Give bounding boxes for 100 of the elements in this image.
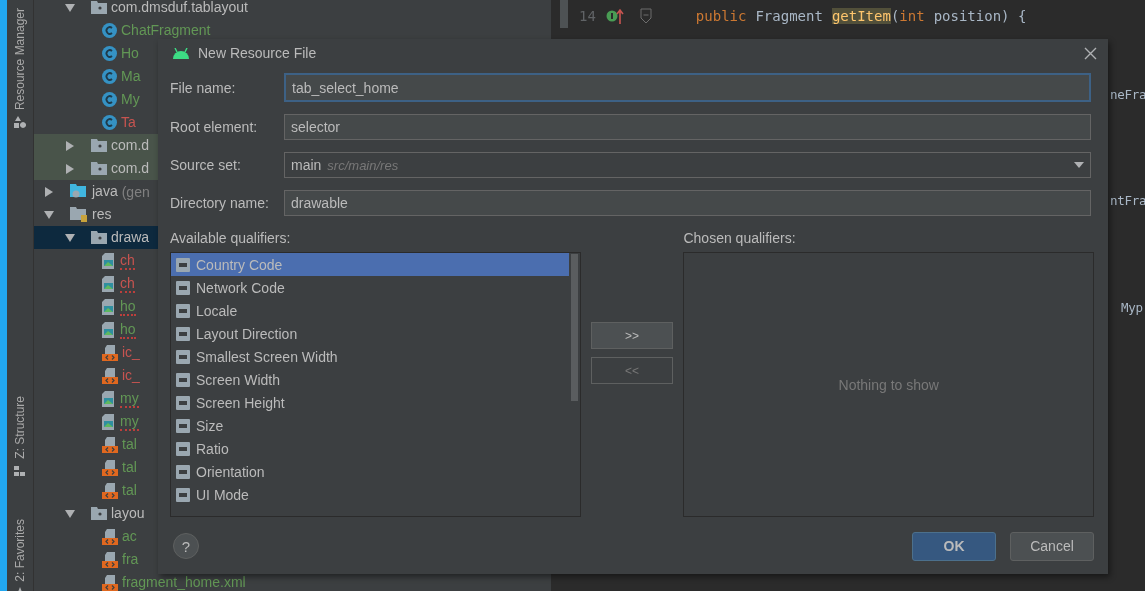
class-icon <box>102 69 117 84</box>
code-fragment: ntFra <box>1110 193 1145 208</box>
qualifier-icon <box>175 418 191 435</box>
dialog-button[interactable]: OK <box>912 531 996 561</box>
tree-item[interactable]: Ta <box>121 113 136 132</box>
image-file-icon <box>102 321 116 338</box>
override-icon <box>605 8 624 24</box>
xml-file-icon <box>102 528 118 545</box>
input-field[interactable]: tab_select_home <box>284 73 1091 102</box>
tree-item[interactable]: res <box>92 205 112 224</box>
tree-item[interactable]: fra <box>122 550 139 569</box>
folder-icon <box>70 207 88 222</box>
source-set-dropdown[interactable]: main src/main/res <box>284 152 1091 178</box>
qualifier-item[interactable]: Size <box>171 414 569 438</box>
tool-window-tab[interactable]: Resource Manager <box>13 8 27 111</box>
qualifier-icon <box>175 395 191 412</box>
xml-file-icon <box>102 551 118 568</box>
folder-icon <box>91 507 107 520</box>
qualifier-icon <box>175 372 191 388</box>
xml-file-icon <box>102 436 118 453</box>
tree-item[interactable]: my <box>120 412 139 431</box>
shapes-icon <box>14 116 26 129</box>
qualifier-item[interactable]: UI Mode <box>171 483 569 508</box>
tool-window-tab[interactable]: Z: Structure <box>13 396 27 459</box>
close-icon[interactable] <box>1084 46 1097 60</box>
qualifier-item[interactable]: Screen Height <box>171 391 569 415</box>
qualifier-item[interactable]: Screen Width <box>171 368 569 392</box>
qualifier-item[interactable]: Ratio <box>171 437 569 461</box>
gutter-marker <box>560 0 568 28</box>
tree-item[interactable]: drawa <box>111 228 150 247</box>
android-icon <box>172 47 190 59</box>
tree-item[interactable]: Ma <box>121 67 141 86</box>
dialog-title: New Resource File <box>198 45 317 61</box>
expand-arrow-icon[interactable] <box>65 232 77 243</box>
xml-file-icon <box>102 459 118 476</box>
tree-item[interactable]: com.d <box>111 136 150 155</box>
qualifier-icon <box>175 348 191 365</box>
code-fragment: neFra <box>1110 87 1145 102</box>
section-label: Chosen qualifiers: <box>683 230 797 246</box>
tree-item[interactable]: ho <box>120 297 136 316</box>
input-field[interactable]: selector <box>284 114 1091 140</box>
expand-arrow-icon[interactable] <box>65 508 77 519</box>
qualifier-item[interactable]: Locale <box>171 299 569 323</box>
class-icon <box>102 115 117 130</box>
tree-item[interactable]: tal <box>122 481 137 500</box>
help-button[interactable]: ? <box>173 533 199 559</box>
tree-item[interactable]: My <box>121 90 140 109</box>
expand-arrow-icon[interactable] <box>65 2 77 13</box>
image-file-icon <box>102 275 116 292</box>
xml-file-icon <box>102 344 118 361</box>
tree-item[interactable]: Ho <box>121 44 139 63</box>
qualifier-item[interactable]: Smallest Screen Width <box>171 345 569 369</box>
folder-icon <box>91 139 107 152</box>
qualifier-item[interactable]: Layout Direction <box>171 322 569 346</box>
tree-item[interactable]: ch <box>120 251 135 270</box>
image-file-icon <box>102 413 116 430</box>
qualifier-icon <box>175 302 191 319</box>
qualifier-icon <box>175 487 191 504</box>
section-label: Available qualifiers: <box>170 230 292 246</box>
tree-item[interactable]: java <box>92 182 118 201</box>
folder-icon <box>70 184 88 199</box>
qualifier-item[interactable]: Network Code <box>171 276 569 300</box>
expand-arrow-icon[interactable] <box>44 209 56 220</box>
field-label: Source set: <box>170 157 242 173</box>
tree-item[interactable]: ho <box>120 320 136 339</box>
qualifier-icon <box>175 464 191 481</box>
tree-item[interactable]: ChatFragment <box>121 21 211 40</box>
field-label: Directory name: <box>170 195 270 211</box>
tree-item[interactable]: ic_ <box>122 366 140 385</box>
tree-item[interactable]: ch <box>120 274 135 293</box>
qualifier-icon <box>175 279 191 296</box>
tree-item[interactable]: com.dmsduf.tablayout <box>111 0 248 17</box>
class-icon <box>102 92 117 107</box>
fold-icon[interactable] <box>639 8 652 24</box>
qualifier-icon <box>175 256 191 273</box>
tree-item[interactable]: fragment_home.xml <box>122 573 246 591</box>
move-button[interactable]: >> <box>590 322 674 349</box>
field-label: File name: <box>170 79 237 96</box>
image-file-icon <box>102 390 116 407</box>
qualifier-item[interactable]: Country Code <box>171 253 569 277</box>
xml-file-icon <box>102 367 118 384</box>
field-label: Root element: <box>170 119 259 135</box>
tree-item[interactable]: my <box>120 389 139 408</box>
scrollbar-thumb[interactable] <box>570 254 578 401</box>
empty-message: Nothing to show <box>838 376 939 393</box>
dialog-button[interactable]: Cancel <box>1010 531 1094 561</box>
tool-window-tab[interactable]: 2: Favorites <box>13 518 27 582</box>
tree-item[interactable]: com.d <box>111 159 150 178</box>
folder-icon <box>91 231 107 244</box>
line-number: 14 <box>579 8 596 24</box>
qualifier-item[interactable]: Orientation <box>171 460 569 484</box>
tree-item[interactable]: tal <box>122 458 137 477</box>
tree-item[interactable]: ac <box>122 527 137 546</box>
caret-icon <box>1074 162 1084 168</box>
tree-item[interactable]: ic_ <box>122 343 140 362</box>
structure-icon <box>14 464 26 477</box>
tree-item[interactable]: tal <box>122 435 137 454</box>
tree-item[interactable]: layou <box>111 504 145 523</box>
input-field[interactable]: drawable <box>284 190 1091 216</box>
code-line: public Fragment getItem(int position) { <box>695 8 1027 24</box>
